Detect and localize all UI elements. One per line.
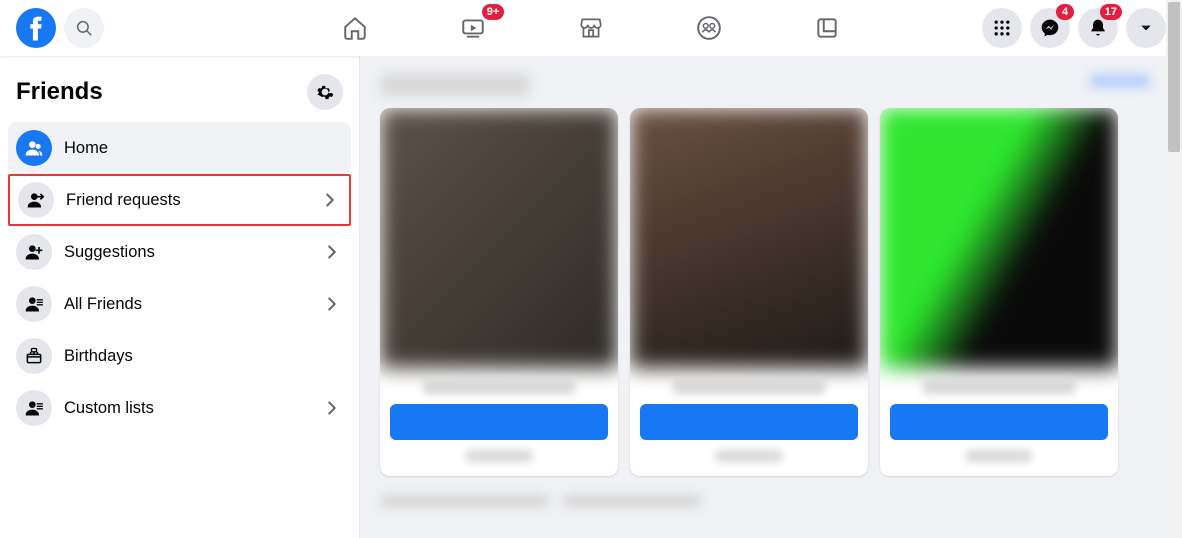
card-name-blurred <box>423 378 576 394</box>
card-name-blurred <box>673 378 826 394</box>
home-icon <box>342 15 368 41</box>
card-primary-button[interactable] <box>390 404 608 440</box>
suggestions-icon <box>16 234 52 270</box>
chevron-right-icon <box>321 293 343 315</box>
card-primary-button[interactable] <box>890 404 1108 440</box>
scrollbar-thumb[interactable] <box>1168 2 1180 152</box>
sidebar-item-home[interactable]: Home <box>8 122 351 174</box>
card-subtext-blurred <box>966 450 1031 462</box>
grid-menu-icon <box>992 18 1012 38</box>
account-button[interactable] <box>1126 8 1166 48</box>
sidebar: Friends Home Friend requests <box>0 56 360 538</box>
all-friends-icon <box>16 286 52 322</box>
card-primary-button[interactable] <box>640 404 858 440</box>
sidebar-title: Friends <box>16 78 103 106</box>
section-title-blurred <box>380 74 530 96</box>
search-icon <box>75 19 93 37</box>
sidebar-item-label: Friend requests <box>66 191 319 210</box>
top-navigation-bar: 9+ <box>0 0 1182 56</box>
sidebar-item-label: Custom lists <box>64 399 321 418</box>
main-content <box>360 56 1182 538</box>
messenger-icon <box>1040 18 1060 38</box>
card-subtext-blurred <box>716 450 781 462</box>
nav-tab-groups[interactable] <box>654 2 764 54</box>
card-name-blurred <box>923 378 1076 394</box>
gear-icon <box>315 82 335 102</box>
sidebar-item-custom-lists[interactable]: Custom lists <box>8 382 351 434</box>
chevron-right-icon <box>321 241 343 263</box>
settings-button[interactable] <box>307 74 343 110</box>
sidebar-item-friend-requests[interactable]: Friend requests <box>8 174 351 226</box>
sidebar-item-label: Birthdays <box>64 347 343 366</box>
card-photo-blurred <box>630 108 868 368</box>
gaming-icon <box>814 15 840 41</box>
messenger-badge: 4 <box>1056 4 1074 20</box>
suggestion-card[interactable] <box>880 108 1118 476</box>
sidebar-item-label: Suggestions <box>64 243 321 262</box>
watch-icon <box>460 15 486 41</box>
card-photo-blurred <box>880 108 1118 368</box>
bell-icon <box>1088 18 1108 38</box>
custom-lists-icon <box>16 390 52 426</box>
sidebar-item-label: All Friends <box>64 295 321 314</box>
bottom-text-blurred <box>380 494 550 508</box>
nav-tab-watch[interactable]: 9+ <box>418 2 528 54</box>
nav-tab-marketplace[interactable] <box>536 2 646 54</box>
groups-icon <box>696 15 722 41</box>
marketplace-icon <box>578 15 604 41</box>
sidebar-item-birthdays[interactable]: Birthdays <box>8 330 351 382</box>
see-all-link-blurred[interactable] <box>1090 74 1150 88</box>
card-subtext-blurred <box>466 450 531 462</box>
sidebar-item-label: Home <box>64 139 343 158</box>
notifications-button[interactable]: 17 <box>1078 8 1118 48</box>
sidebar-item-suggestions[interactable]: Suggestions <box>8 226 351 278</box>
watch-badge: 9+ <box>482 4 505 20</box>
top-nav-tabs: 9+ <box>300 2 882 54</box>
friends-home-icon <box>16 130 52 166</box>
caret-down-icon <box>1139 21 1153 35</box>
menu-button[interactable] <box>982 8 1022 48</box>
friend-request-icon <box>18 182 54 218</box>
window-scrollbar[interactable] <box>1166 0 1182 538</box>
birthdays-icon <box>16 338 52 374</box>
facebook-logo[interactable] <box>16 8 56 48</box>
notifications-badge: 17 <box>1100 4 1122 20</box>
nav-tab-home[interactable] <box>300 2 410 54</box>
chevron-right-icon <box>321 397 343 419</box>
suggestion-card[interactable] <box>630 108 868 476</box>
chevron-right-icon <box>319 189 341 211</box>
facebook-logo-icon <box>16 8 56 48</box>
messenger-button[interactable]: 4 <box>1030 8 1070 48</box>
sidebar-item-all-friends[interactable]: All Friends <box>8 278 351 330</box>
search-button[interactable] <box>64 8 104 48</box>
suggestion-card[interactable] <box>380 108 618 476</box>
nav-tab-gaming[interactable] <box>772 2 882 54</box>
card-photo-blurred <box>380 108 618 368</box>
bottom-text-blurred <box>562 494 702 508</box>
